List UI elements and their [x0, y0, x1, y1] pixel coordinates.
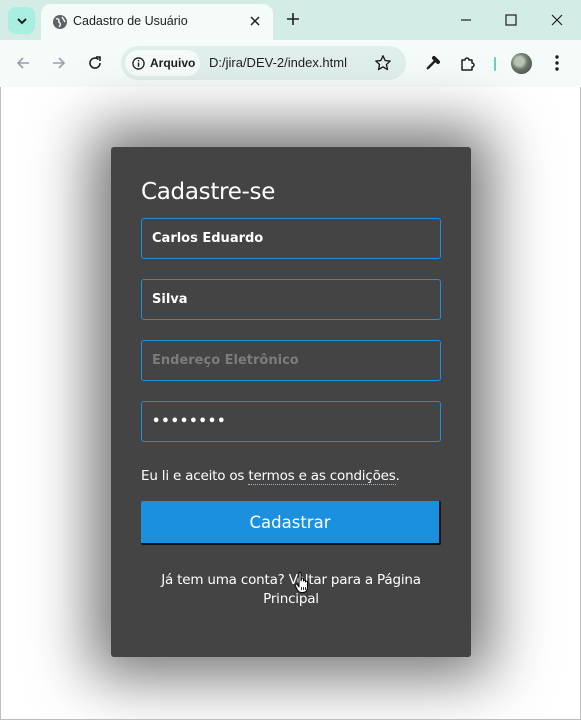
hand-cursor-icon [294, 572, 308, 593]
first-name-input[interactable] [141, 218, 441, 259]
submit-button[interactable]: Cadastrar [141, 501, 441, 545]
globe-icon [53, 15, 67, 29]
close-icon[interactable] [247, 13, 263, 29]
tab-title: Cadastro de Usuário [73, 14, 188, 28]
toolbar: Arquivo D:/jira/DEV-2/index.html [0, 40, 581, 87]
login-text: Já tem uma conta? [161, 572, 285, 588]
security-chip-label: Arquivo [150, 56, 196, 70]
terms-suffix: . [395, 468, 400, 484]
maximize-icon[interactable] [501, 10, 521, 30]
forward-icon[interactable] [48, 52, 70, 74]
toolbar-separator [494, 57, 496, 71]
signup-card: Cadastre-se Eu li e aceito os termos e a… [111, 147, 471, 657]
info-icon [132, 56, 145, 70]
url-text: D:/jira/DEV-2/index.html [209, 55, 347, 70]
star-icon[interactable] [374, 54, 392, 72]
terms-link[interactable]: termos e as condições [248, 468, 396, 485]
back-icon[interactable] [12, 52, 34, 74]
window-close-icon[interactable] [547, 10, 567, 30]
tab-strip: Cadastro de Usuário [0, 0, 581, 40]
login-prompt: Já tem uma conta? Voltar para a Página P… [141, 571, 441, 609]
more-menu-icon[interactable] [547, 53, 567, 73]
eyedropper-icon[interactable] [423, 53, 443, 73]
tab-active[interactable]: Cadastro de Usuário [41, 4, 273, 40]
terms-text: Eu li e aceito os termos e as condições. [141, 468, 400, 485]
extensions-icon[interactable] [458, 53, 478, 73]
reload-icon[interactable] [84, 52, 106, 74]
address-bar[interactable]: Arquivo D:/jira/DEV-2/index.html [121, 46, 406, 80]
security-chip[interactable]: Arquivo [125, 50, 200, 76]
email-input[interactable] [141, 340, 441, 381]
password-input[interactable] [141, 401, 441, 442]
login-link[interactable]: Voltar para a Página Principal [263, 572, 421, 607]
browser-chrome: Cadastro de Usuário Arquivo D:/jira/DEV-… [0, 0, 581, 87]
form-title: Cadastre-se [141, 179, 276, 205]
terms-prefix: Eu li e aceito os [141, 468, 245, 484]
page-viewport: Cadastre-se Eu li e aceito os termos e a… [0, 87, 581, 720]
plus-icon[interactable] [284, 10, 302, 28]
tab-search-button[interactable] [8, 7, 35, 34]
tab-search-icon [16, 17, 27, 24]
minimize-icon[interactable] [456, 10, 476, 30]
avatar[interactable] [511, 53, 532, 74]
last-name-input[interactable] [141, 279, 441, 320]
